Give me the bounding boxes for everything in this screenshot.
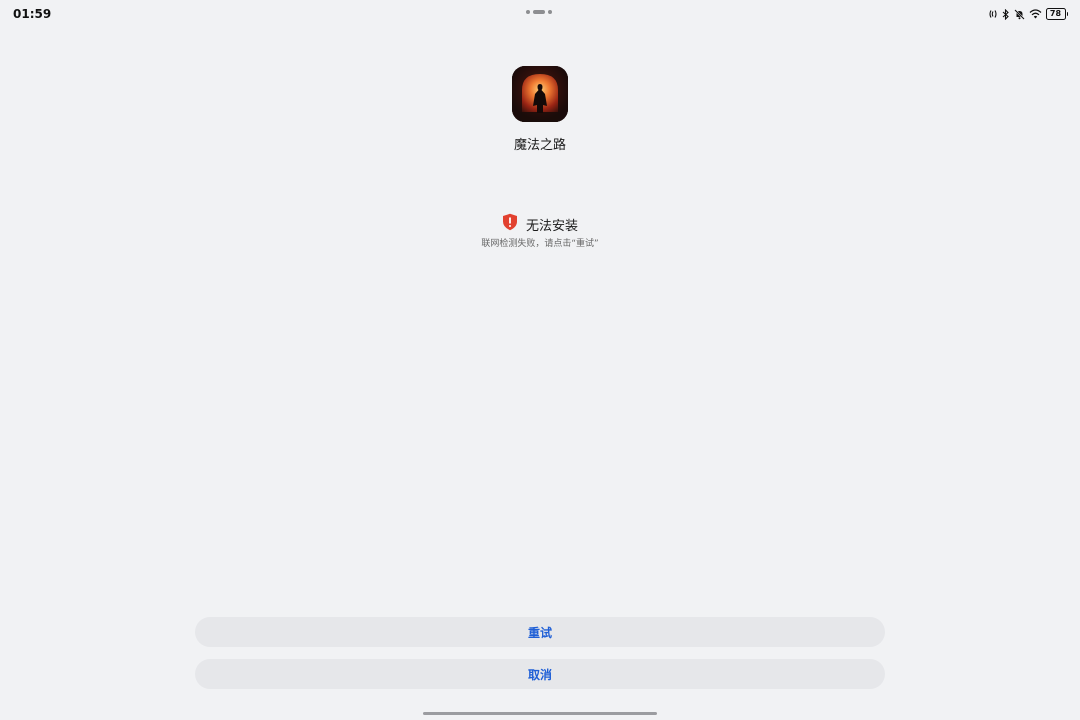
bluetooth-icon bbox=[1002, 8, 1010, 20]
nfc-icon bbox=[988, 9, 998, 19]
status-time: 01:59 bbox=[13, 7, 52, 21]
battery-icon: 78 bbox=[1045, 8, 1068, 20]
retry-button[interactable]: 重试 bbox=[195, 617, 885, 647]
window-handle[interactable] bbox=[526, 10, 552, 14]
cancel-button[interactable]: 取消 bbox=[195, 659, 885, 689]
battery-level: 78 bbox=[1045, 8, 1066, 20]
error-description: 联网检测失败，请点击“重试” bbox=[481, 239, 599, 249]
bell-off-icon bbox=[1013, 8, 1025, 20]
install-failure-screen: 01:59 78 魔法之路 无法安装 联网检测失败，请点击“重试” 重试 取消 bbox=[0, 0, 1080, 720]
status-icons: 78 bbox=[988, 8, 1068, 20]
app-icon bbox=[512, 66, 568, 122]
battery-cap bbox=[1066, 12, 1068, 16]
error-header: 无法安装 bbox=[0, 213, 1080, 235]
home-indicator[interactable] bbox=[423, 712, 657, 715]
window-handle-bar bbox=[533, 10, 545, 14]
app-name: 魔法之路 bbox=[513, 138, 566, 153]
shield-alert-icon bbox=[502, 213, 518, 235]
wifi-icon bbox=[1029, 9, 1042, 19]
error-title: 无法安装 bbox=[525, 218, 578, 234]
window-handle-dot bbox=[548, 10, 552, 14]
window-handle-dot bbox=[526, 10, 530, 14]
